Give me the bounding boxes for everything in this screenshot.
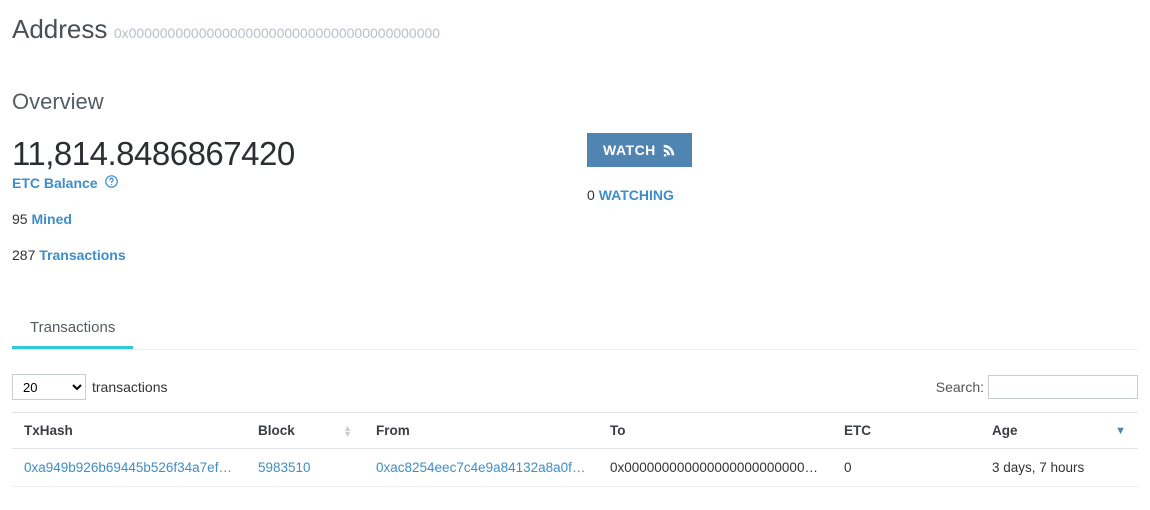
col-age[interactable]: Age ▼ [980,413,1138,449]
page-size-select[interactable]: 20 [12,374,86,400]
title-heading: Address [12,14,107,44]
transactions-table: TxHash Block ▲▼ From To ETC Age ▼ 0xa949… [12,412,1138,487]
watch-button[interactable]: WATCH [587,133,692,167]
table-toolbar: 20 transactions Search: [0,350,1150,412]
page-title: Address 0x000000000000000000000000000000… [0,0,1150,45]
col-to[interactable]: To [598,413,832,449]
watching-stat: 0 WATCHING [587,187,692,203]
cell-txhash[interactable]: 0xa949b926b69445b526f34a7ef5d… [24,460,234,475]
overview-heading: Overview [0,45,1150,115]
col-txhash[interactable]: TxHash [12,413,246,449]
etc-balance-label[interactable]: ETC Balance [12,175,563,191]
tab-bar: Transactions [12,309,1138,350]
cell-to: 0x00000000000000000000000000… [610,460,820,475]
sort-icon: ▲▼ [343,425,352,437]
cell-age: 3 days, 7 hours [980,449,1138,487]
rss-icon [662,143,676,157]
watching-count: 0 [587,187,595,203]
table-header-row: TxHash Block ▲▼ From To ETC Age ▼ [12,413,1138,449]
cell-etc: 0 [832,449,980,487]
question-circle-icon[interactable] [105,175,118,191]
search-input[interactable] [988,375,1138,399]
cell-block[interactable]: 5983510 [258,460,311,475]
table-row: 0xa949b926b69445b526f34a7ef5d… 5983510 0… [12,449,1138,487]
col-block[interactable]: Block ▲▼ [246,413,364,449]
etc-balance-text: ETC Balance [12,175,98,191]
mined-stat: 95 Mined [12,211,563,227]
transactions-count: 287 [12,247,35,263]
watch-button-label: WATCH [603,142,656,158]
mined-link[interactable]: Mined [31,211,71,227]
transactions-link[interactable]: Transactions [39,247,125,263]
mined-count: 95 [12,211,28,227]
tab-transactions[interactable]: Transactions [12,309,133,349]
col-etc[interactable]: ETC [832,413,980,449]
watching-link[interactable]: WATCHING [599,187,674,203]
cell-from[interactable]: 0xac8254eec7c4e9a84132a8a0fa6… [376,460,586,475]
page-size-suffix: transactions [92,379,167,395]
transactions-stat: 287 Transactions [12,247,563,263]
etc-balance-value: 11,814.8486867420 [12,135,563,173]
search-label: Search: [936,379,984,395]
sort-desc-icon: ▼ [1115,425,1126,437]
address-hash: 0x00000000000000000000000000000000000000… [114,25,440,41]
col-from[interactable]: From [364,413,598,449]
